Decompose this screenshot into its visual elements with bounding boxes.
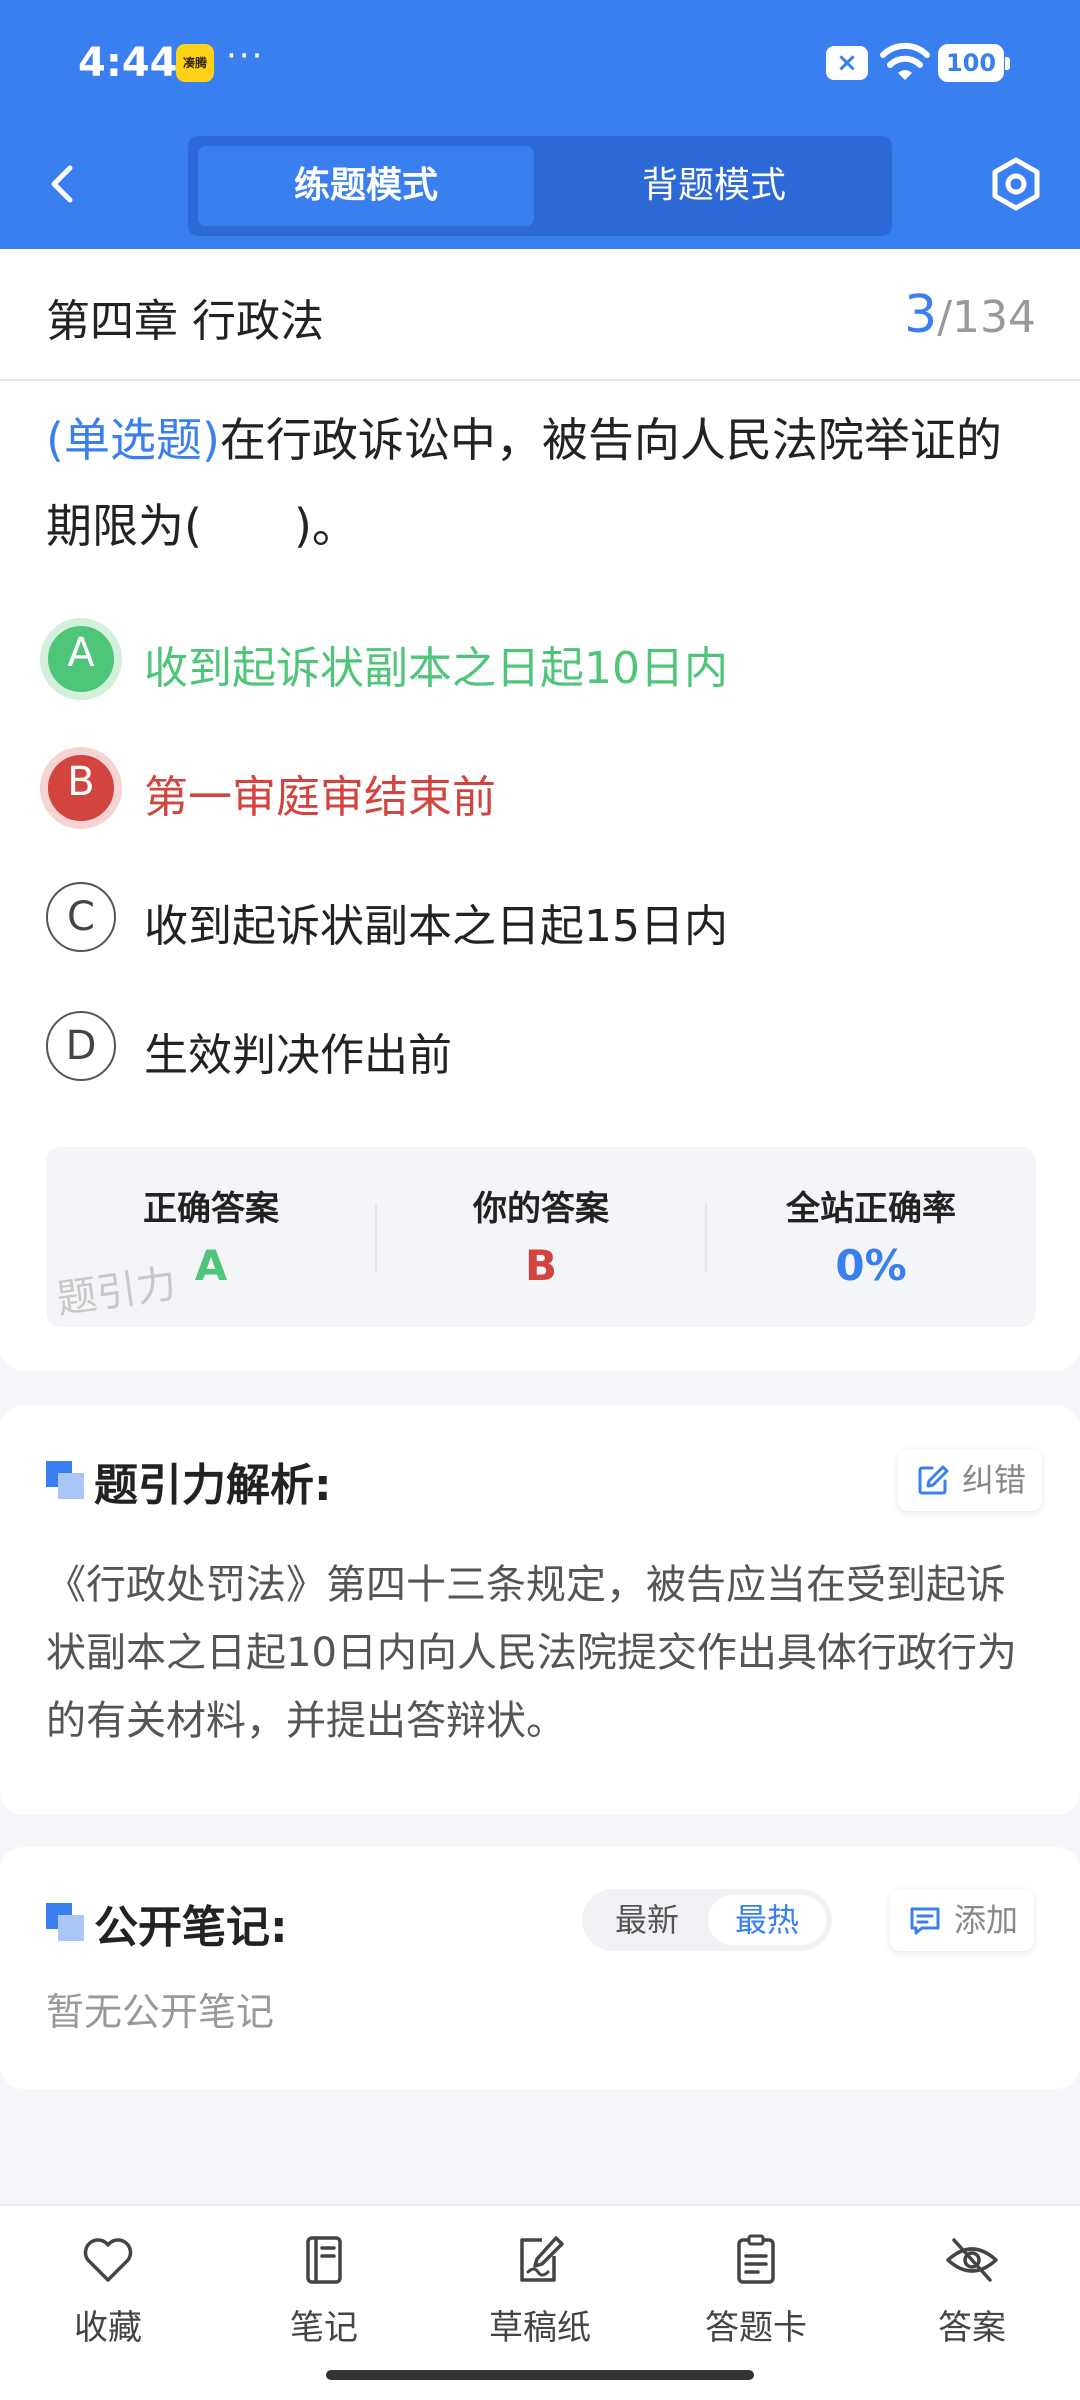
heart-icon	[83, 2238, 133, 2282]
draft-paper-button[interactable]: 草稿纸	[460, 2232, 620, 2372]
app-notification-icon: 凑腾	[176, 44, 214, 82]
option-letter: A	[40, 618, 122, 700]
analysis-text: 《行政处罚法》第四十三条规定，被告应当在受到起诉状副本之日起10日内向人民法院提…	[46, 1562, 1017, 1744]
comment-icon	[910, 1907, 940, 1935]
correct-answer-label: 正确答案	[143, 1189, 279, 1229]
add-note-button[interactable]: 添加	[890, 1889, 1035, 1951]
option-text: 收到起诉状副本之日起15日内	[144, 901, 728, 952]
option-text: 生效判决作出前	[144, 1030, 452, 1081]
section-icon	[46, 1461, 84, 1499]
favorite-label: 收藏	[74, 2308, 142, 2348]
mode-switch: 练题模式 背题模式	[188, 136, 892, 236]
eye-off-icon	[946, 2238, 998, 2282]
option-letter: B	[40, 747, 122, 829]
total-questions: /134	[937, 292, 1036, 343]
current-question-number: 3	[904, 285, 938, 345]
notebook-icon	[306, 2236, 342, 2284]
notes-button[interactable]: 笔记	[244, 2232, 404, 2372]
notes-title: 公开笔记:	[94, 1902, 288, 1953]
back-arrow-icon[interactable]	[40, 160, 88, 208]
your-answer-label: 你的答案	[473, 1189, 609, 1229]
notes-card: 公开笔记: 最新 最热 添加 暂无公开笔记	[0, 1847, 1080, 2089]
option-text: 收到起诉状副本之日起10日内	[144, 643, 728, 694]
tab-practice-mode[interactable]: 练题模式	[198, 146, 534, 226]
sort-newest-button[interactable]: 最新	[588, 1895, 706, 1945]
home-indicator[interactable]	[326, 2370, 754, 2380]
site-accuracy-value: 0%	[835, 1241, 907, 1290]
edit-icon	[918, 1465, 949, 1495]
tab-recite-mode[interactable]: 背题模式	[546, 146, 882, 226]
wifi-icon	[880, 42, 930, 80]
answer-card-button[interactable]: 答题卡	[676, 2232, 836, 2372]
show-answer-label: 答案	[938, 2308, 1006, 2348]
analysis-title: 题引力解析:	[94, 1460, 332, 1511]
question-text: (单选题)在行政诉讼中，被告向人民法院举证的期限为( )。	[46, 397, 1036, 569]
answer-summary: 正确答案 A 你的答案 B 全站正确率 0% 题引力	[46, 1147, 1036, 1327]
site-accuracy-label: 全站正确率	[786, 1189, 956, 1229]
favorite-button[interactable]: 收藏	[28, 2232, 188, 2372]
show-answer-button[interactable]: 答案	[892, 2232, 1052, 2372]
question-counter: 3/134	[904, 285, 1036, 345]
your-answer-column: 你的答案 B	[376, 1147, 706, 1327]
option-a[interactable]: A 收到起诉状副本之日起10日内	[40, 614, 1036, 704]
sort-hottest-button[interactable]: 最热	[708, 1895, 826, 1945]
status-time: 4:44	[78, 40, 178, 86]
option-d[interactable]: D 生效判决作出前	[46, 1001, 1036, 1091]
report-error-button[interactable]: 纠错	[898, 1449, 1043, 1511]
question-type-tag: (单选题)	[46, 413, 220, 467]
analysis-card: 题引力解析: 纠错 《行政处罚法》第四十三条规定，被告应当在受到起诉状副本之日起…	[0, 1405, 1080, 1815]
section-icon	[46, 1903, 84, 1941]
sim-off-icon: ×	[826, 46, 868, 80]
option-c[interactable]: C 收到起诉状副本之日起15日内	[46, 872, 1036, 962]
answer-card-icon	[737, 2234, 775, 2284]
chapter-title: 第四章 行政法	[46, 296, 324, 347]
settings-icon[interactable]	[988, 156, 1044, 212]
empty-notes-text: 暂无公开笔记	[46, 1990, 275, 2034]
site-accuracy-column: 全站正确率 0%	[706, 1147, 1036, 1327]
status-bar: 4:44 凑腾 ··· × 100	[0, 0, 1080, 125]
option-letter: D	[46, 1011, 116, 1081]
more-notifications-icon: ···	[226, 36, 265, 76]
question-card: 第四章 行政法 3/134 (单选题)在行政诉讼中，被告向人民法院举证的期限为(…	[0, 249, 1080, 1371]
draft-paper-label: 草稿纸	[489, 2308, 591, 2348]
option-letter: C	[46, 882, 116, 952]
battery-icon: 100	[938, 44, 1010, 82]
your-answer-value: B	[524, 1241, 557, 1290]
divider	[0, 379, 1080, 381]
add-note-label: 添加	[954, 1901, 1019, 1939]
notes-label: 笔记	[290, 2308, 358, 2348]
report-error-label: 纠错	[962, 1461, 1027, 1499]
draft-paper-icon	[520, 2236, 564, 2282]
option-text: 第一审庭审结束前	[144, 772, 496, 823]
top-header: 4:44 凑腾 ··· × 100 练题模式 背题模式	[0, 0, 1080, 249]
option-b[interactable]: B 第一审庭审结束前	[40, 743, 1036, 833]
notes-sort-toggle: 最新 最热	[582, 1889, 832, 1951]
answer-card-label: 答题卡	[705, 2308, 807, 2348]
